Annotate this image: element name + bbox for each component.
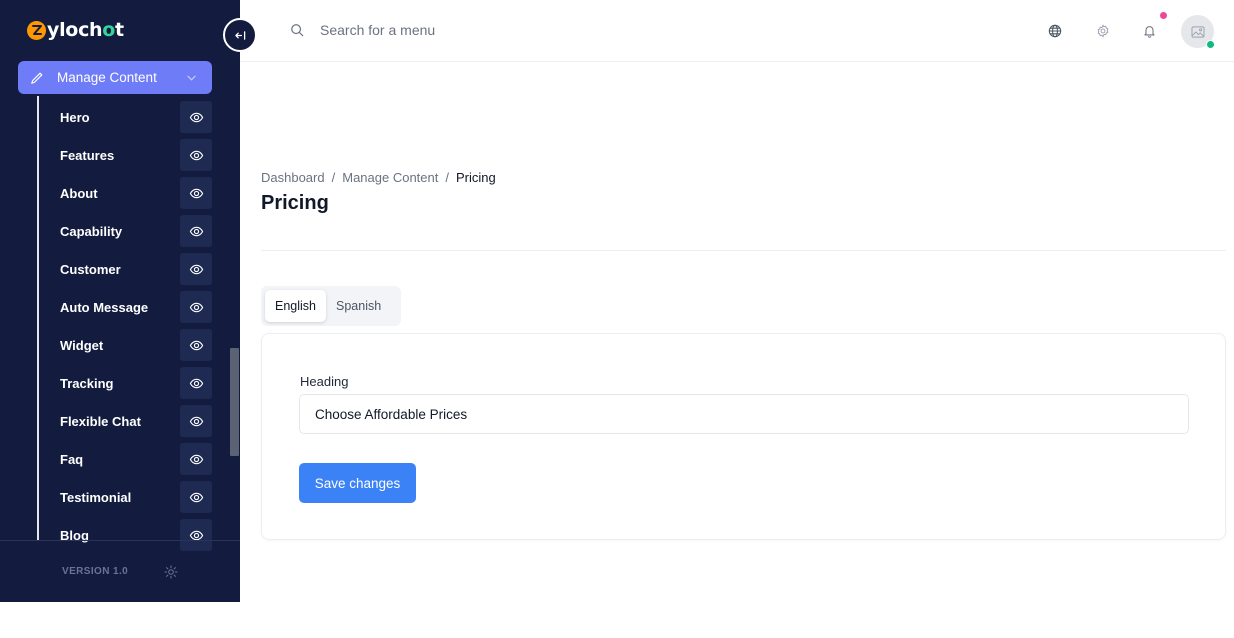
- sidebar: ylo ch o t Manage Content Hero Features Abo…: [0, 0, 240, 602]
- bell-icon[interactable]: [1143, 24, 1156, 38]
- sidebar-item-label: Faq: [60, 451, 84, 467]
- sidebar-item-label: Capability: [60, 223, 123, 239]
- brand-name-prefix: ylo: [47, 19, 79, 41]
- tab-english[interactable]: English: [265, 290, 326, 322]
- sidebar-item-label: Testimonial: [60, 489, 132, 505]
- topbar: [240, 0, 1234, 62]
- pencil-icon: [30, 71, 44, 85]
- sidebar-item-capability[interactable]: Capability: [39, 212, 213, 250]
- header-divider: [261, 250, 1226, 251]
- gear-icon[interactable]: [1096, 24, 1110, 38]
- sidebar-item-about[interactable]: About: [39, 174, 213, 212]
- eye-icon[interactable]: [180, 329, 212, 361]
- brand-name-suffix: t: [115, 19, 124, 41]
- breadcrumb: Dashboard / Manage Content / Pricing: [261, 170, 496, 185]
- sidebar-item-flexible-chat[interactable]: Flexible Chat: [39, 402, 213, 440]
- search-input[interactable]: [320, 22, 620, 38]
- eye-icon[interactable]: [180, 481, 212, 513]
- form-card: Heading Save changes: [261, 333, 1226, 540]
- eye-icon[interactable]: [180, 405, 212, 437]
- sidebar-item-label: Widget: [60, 337, 104, 353]
- version-label: VERSION 1.0: [62, 566, 129, 577]
- heading-label: Heading: [300, 374, 349, 389]
- sidebar-item-widget[interactable]: Widget: [39, 326, 213, 364]
- sidebar-item-label: Features: [60, 147, 115, 163]
- heading-input[interactable]: [299, 394, 1189, 434]
- sidebar-item-hero[interactable]: Hero: [39, 98, 213, 136]
- sidebar-item-tracking[interactable]: Tracking: [39, 364, 213, 402]
- logo-icon: [27, 20, 46, 40]
- sun-icon[interactable]: [164, 564, 178, 579]
- sidebar-item-testimonial[interactable]: Testimonial: [39, 478, 213, 516]
- breadcrumb-current: Pricing: [455, 170, 496, 185]
- sidebar-item-label: Hero: [60, 109, 90, 125]
- sidebar-scrollbar-thumb[interactable]: [230, 348, 239, 456]
- tab-spanish[interactable]: Spanish: [326, 290, 391, 322]
- sidebar-footer: VERSION 1.0: [0, 540, 240, 602]
- breadcrumb-manage-content[interactable]: Manage Content: [342, 170, 438, 185]
- breadcrumb-dashboard[interactable]: Dashboard: [261, 170, 325, 185]
- eye-icon[interactable]: [180, 253, 212, 285]
- sidebar-item-label: Auto Message: [60, 299, 149, 315]
- sidebar-item-faq[interactable]: Faq: [39, 440, 213, 478]
- eye-icon[interactable]: [180, 139, 212, 171]
- eye-icon[interactable]: [180, 101, 212, 133]
- sidebar-item-label: About: [60, 185, 98, 201]
- collapse-sidebar-button[interactable]: [223, 18, 257, 52]
- submenu-list: Hero Features About Capability Customer …: [39, 98, 213, 554]
- brand-name-o: o: [102, 19, 116, 41]
- eye-icon[interactable]: [180, 215, 212, 247]
- sidebar-item-customer[interactable]: Customer: [39, 250, 213, 288]
- menu-manage-content-label: Manage Content: [57, 70, 157, 85]
- eye-icon[interactable]: [180, 291, 212, 323]
- image-placeholder-icon: [1191, 25, 1205, 38]
- online-status-dot: [1206, 40, 1215, 49]
- sidebar-item-label: Customer: [60, 261, 121, 277]
- save-changes-button[interactable]: Save changes: [299, 463, 416, 503]
- eye-icon[interactable]: [180, 443, 212, 475]
- sidebar-item-features[interactable]: Features: [39, 136, 213, 174]
- notification-badge: [1160, 12, 1167, 19]
- eye-icon[interactable]: [180, 367, 212, 399]
- chevron-down-icon: [187, 75, 196, 81]
- brand-logo[interactable]: ylo ch o t: [27, 18, 124, 42]
- collapse-icon: [234, 30, 246, 41]
- sidebar-item-label: Flexible Chat: [60, 413, 141, 429]
- search-icon: [290, 23, 304, 37]
- sidebar-item-label: Tracking: [60, 375, 114, 391]
- sidebar-scrollbar-track[interactable]: [229, 96, 240, 540]
- menu-manage-content[interactable]: Manage Content: [18, 61, 212, 94]
- brand-name-mid: ch: [78, 19, 103, 41]
- eye-icon[interactable]: [180, 177, 212, 209]
- globe-icon[interactable]: [1048, 24, 1062, 38]
- search-bar: [290, 22, 620, 38]
- page-title: Pricing: [261, 192, 329, 214]
- sidebar-item-auto-message[interactable]: Auto Message: [39, 288, 213, 326]
- language-tabs: English Spanish: [261, 286, 401, 326]
